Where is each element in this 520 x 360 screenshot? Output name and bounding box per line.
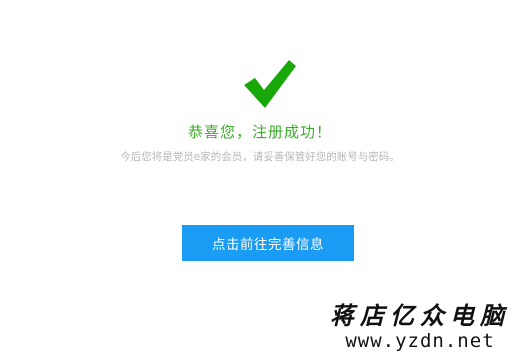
account-notice: 今后您将是党员e家的会员，请妥善保管好您的账号与密码。 bbox=[120, 151, 400, 163]
watermark: 蒋店亿众电脑 www.yzdn.net bbox=[330, 301, 510, 353]
watermark-brand: 蒋店亿众电脑 bbox=[330, 301, 510, 330]
checkmark-icon bbox=[244, 60, 296, 108]
complete-profile-button[interactable]: 点击前往完善信息 bbox=[182, 225, 354, 261]
watermark-url: www.yzdn.net bbox=[345, 330, 495, 352]
success-title: 恭喜您，注册成功！ bbox=[187, 123, 332, 141]
